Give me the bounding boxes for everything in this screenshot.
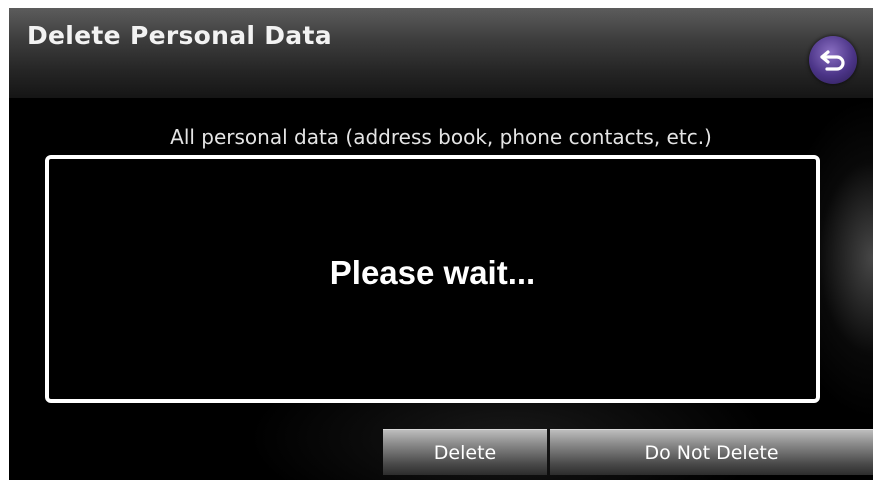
delete-button[interactable]: Delete xyxy=(383,429,547,475)
do-not-delete-button[interactable]: Do Not Delete xyxy=(550,429,873,475)
back-button[interactable] xyxy=(809,36,857,84)
return-arrow-icon xyxy=(819,49,847,71)
title-bar: Delete Personal Data xyxy=(9,8,873,98)
message-text: All personal data (address book, phone c… xyxy=(170,125,712,149)
dialog-text: Please wait... xyxy=(329,254,536,291)
screen: Delete Personal Data All personal data (… xyxy=(9,8,873,480)
wait-dialog: Please wait... xyxy=(45,155,820,403)
page-title: Delete Personal Data xyxy=(27,21,332,50)
